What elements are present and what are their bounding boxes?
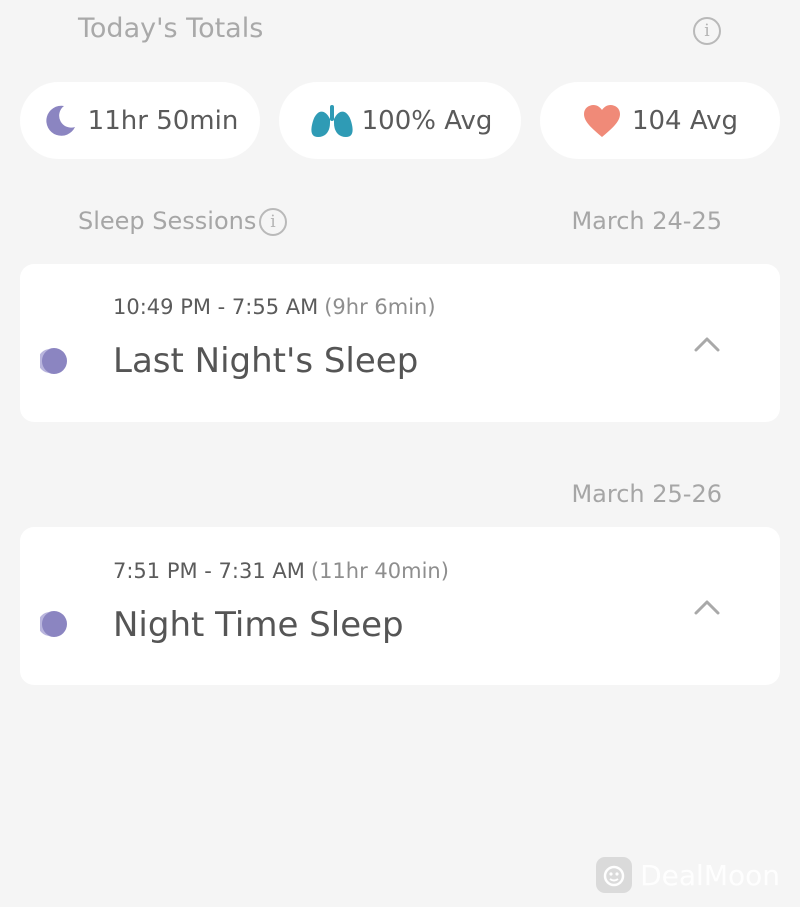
moon-icon [40, 611, 67, 637]
heart-icon [583, 104, 620, 137]
session-duration: (9hr 6min) [324, 295, 436, 319]
sessions-info-icon[interactable]: i [259, 208, 287, 236]
session-date-range: March 25-26 [571, 480, 722, 508]
sleep-session-card[interactable]: 7:51 PM - 7:31 AM (11hr 40min) Night Time… [20, 527, 780, 685]
session-title: Night Time Sleep [113, 605, 404, 645]
session-duration: (11hr 40min) [310, 559, 449, 583]
watermark: DealMoon [596, 857, 780, 893]
moon-icon [46, 105, 75, 136]
moon-icon [40, 348, 67, 374]
todays-totals-title: Today's Totals [78, 13, 264, 44]
session-time: 10:49 PM - 7:55 AM [113, 295, 319, 319]
watermark-text: DealMoon [640, 858, 780, 892]
heart-rate-value: 104 Avg [631, 105, 739, 136]
oxygen-avg-pill[interactable]: 100% Avg [279, 82, 521, 159]
chevron-up-icon[interactable] [692, 334, 722, 354]
session-time: 7:51 PM - 7:31 AM [113, 559, 305, 583]
session-time-range: 10:49 PM - 7:55 AM (9hr 6min) [113, 295, 436, 319]
session-date-range: March 24-25 [571, 207, 722, 235]
sleep-sessions-label: Sleep Sessions [78, 207, 257, 235]
chevron-up-icon[interactable] [692, 597, 722, 617]
sleep-session-card[interactable]: 10:49 PM - 7:55 AM (9hr 6min) Last Night'… [20, 264, 780, 422]
dealmoon-logo-icon [596, 857, 633, 893]
session-title: Last Night's Sleep [113, 341, 419, 381]
oxygen-avg-value: 100% Avg [361, 105, 493, 136]
session-time-range: 7:51 PM - 7:31 AM (11hr 40min) [113, 559, 449, 583]
heart-rate-pill[interactable]: 104 Avg [540, 82, 780, 159]
lungs-icon [311, 104, 353, 137]
total-sleep-pill[interactable]: 11hr 50min [20, 82, 260, 159]
total-sleep-value: 11hr 50min [87, 105, 239, 136]
info-icon[interactable]: i [693, 17, 721, 45]
